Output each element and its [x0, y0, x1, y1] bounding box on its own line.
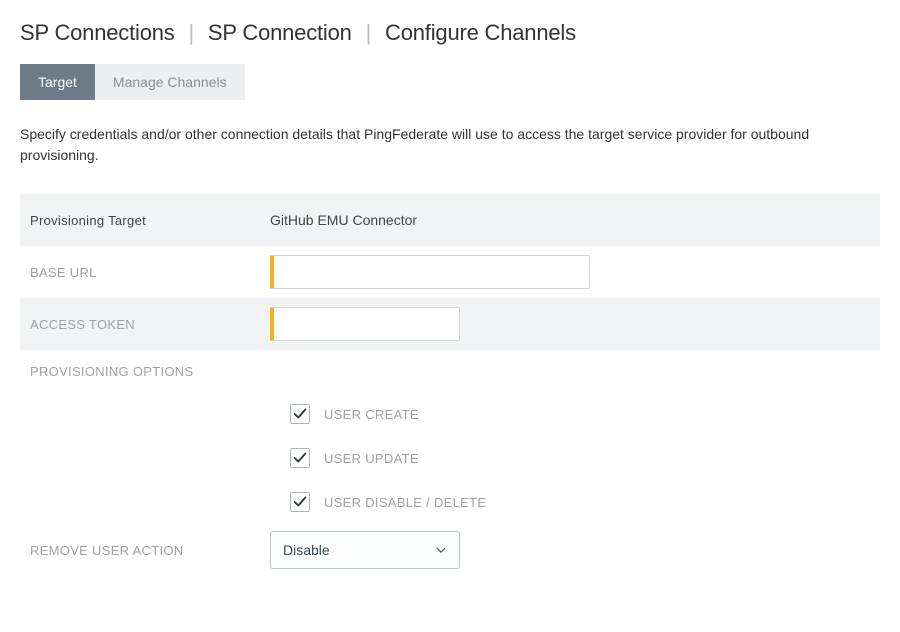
row-access-token: ACCESS TOKEN [20, 298, 880, 350]
access-token-input[interactable] [270, 307, 460, 341]
form-container: Provisioning Target GitHub EMU Connector… [20, 194, 880, 576]
tab-target[interactable]: Target [20, 64, 95, 100]
row-user-disable-delete: USER DISABLE / DELETE [20, 480, 880, 524]
label-remove-user-action: REMOVE USER ACTION [30, 543, 270, 558]
row-user-create: USER CREATE [20, 392, 880, 436]
row-provisioning-options-header: PROVISIONING OPTIONS [20, 350, 880, 392]
label-provisioning-target: Provisioning Target [30, 213, 270, 228]
label-provisioning-options: PROVISIONING OPTIONS [30, 364, 270, 379]
breadcrumb-item-configure-channels: Configure Channels [385, 20, 576, 45]
breadcrumb-separator: | [366, 20, 372, 45]
checkbox-user-create[interactable] [290, 404, 310, 424]
label-user-update: USER UPDATE [324, 451, 419, 466]
remove-user-action-select[interactable]: Disable [270, 531, 460, 569]
checkbox-user-update[interactable] [290, 448, 310, 468]
base-url-input[interactable] [270, 255, 590, 289]
check-icon [293, 407, 307, 421]
label-base-url: BASE URL [30, 265, 270, 280]
row-remove-user-action: REMOVE USER ACTION Disable [20, 524, 880, 576]
remove-user-action-value: Disable [283, 542, 330, 558]
row-base-url: BASE URL [20, 246, 880, 298]
label-access-token: ACCESS TOKEN [30, 317, 270, 332]
check-icon [293, 495, 307, 509]
breadcrumb-item-sp-connections[interactable]: SP Connections [20, 20, 175, 45]
tabs-container: Target Manage Channels [20, 64, 880, 100]
label-user-create: USER CREATE [324, 407, 419, 422]
row-provisioning-target: Provisioning Target GitHub EMU Connector [20, 194, 880, 246]
value-provisioning-target: GitHub EMU Connector [270, 212, 870, 228]
row-user-update: USER UPDATE [20, 436, 880, 480]
checkbox-user-disable-delete[interactable] [290, 492, 310, 512]
chevron-down-icon [435, 544, 447, 556]
breadcrumb-item-sp-connection[interactable]: SP Connection [208, 20, 352, 45]
breadcrumb: SP Connections | SP Connection | Configu… [20, 20, 880, 46]
breadcrumb-separator: | [188, 20, 194, 45]
tab-manage-channels[interactable]: Manage Channels [95, 64, 245, 100]
page-description: Specify credentials and/or other connect… [20, 124, 880, 166]
label-user-disable-delete: USER DISABLE / DELETE [324, 495, 486, 510]
check-icon [293, 451, 307, 465]
